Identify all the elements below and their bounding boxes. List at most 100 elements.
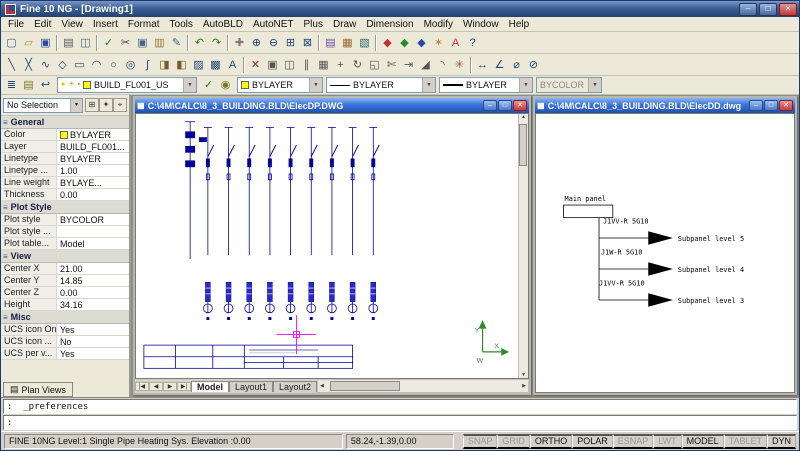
new-file-button[interactable]: ▢ — [3, 34, 20, 51]
open-file-button[interactable]: ▱ — [20, 34, 37, 51]
dim-linear-button[interactable]: ↔ — [474, 56, 491, 73]
toggle-grid[interactable]: GRID — [497, 434, 530, 449]
color-dropdown[interactable]: BYLAYER ▼ — [237, 77, 323, 93]
mirror-button[interactable]: ◫ — [281, 56, 298, 73]
scrollbar-thumb[interactable] — [330, 381, 400, 391]
elecdd-titlebar[interactable]: ▦ C:\4M\CALC\8_3_BUILDING.BLD\ElecDD.dwg… — [535, 98, 795, 113]
section-header-general[interactable]: ≡General — [1, 116, 129, 129]
doc-close-button[interactable]: ✕ — [513, 100, 527, 111]
elecdp-titlebar[interactable]: ▦ C:\4M\CALC\8_3_BUILDING.BLD\ElecDP.DWG… — [135, 98, 529, 113]
menu-plus[interactable]: Plus — [299, 17, 328, 31]
tool-palettes-button[interactable]: ▧ — [356, 34, 373, 51]
menu-autobld[interactable]: AutoBLD — [198, 17, 248, 31]
close-button[interactable]: ✕ — [779, 3, 797, 16]
menu-view[interactable]: View — [56, 17, 88, 31]
elecdp-canvas[interactable]: Y X W — [136, 114, 518, 378]
zoom-out-button[interactable]: ⊖ — [265, 34, 282, 51]
scroll-down-icon[interactable]: ▼ — [521, 372, 526, 378]
property-value[interactable]: BYLAYER — [57, 153, 129, 164]
print-button[interactable]: ▤ — [60, 34, 77, 51]
make-layer-current-button[interactable]: ✓ — [200, 77, 217, 94]
doc-minimize-button[interactable]: – — [483, 100, 497, 111]
tab-plan-views[interactable]: ▤ Plan Views — [3, 382, 73, 397]
redo-button[interactable]: ↷ — [208, 34, 225, 51]
tab-model[interactable]: Model — [191, 381, 229, 392]
toggle-model[interactable]: MODEL — [682, 434, 724, 449]
cut-button[interactable]: ✂ — [117, 34, 134, 51]
scrollbar-thumb[interactable] — [519, 124, 527, 166]
pan-button[interactable]: ✚ — [231, 34, 248, 51]
menu-help[interactable]: Help — [504, 17, 535, 31]
quick-select-button[interactable]: ✦ — [99, 98, 113, 112]
toggle-snap[interactable]: SNAP — [463, 434, 498, 449]
chamfer-button[interactable]: ◢ — [417, 56, 434, 73]
property-value[interactable]: BYCOLOR — [57, 214, 129, 225]
print-preview-button[interactable]: ◫ — [77, 34, 94, 51]
menu-autonet[interactable]: AutoNET — [248, 17, 299, 31]
tab-layout2[interactable]: Layout2 — [273, 381, 317, 392]
trim-button[interactable]: ✄ — [383, 56, 400, 73]
zoom-window-button[interactable]: ⊞ — [282, 34, 299, 51]
tab-layout1[interactable]: Layout1 — [229, 381, 273, 392]
scale-button[interactable]: ◱ — [366, 56, 383, 73]
doc-restore-button[interactable]: □ — [764, 100, 778, 111]
spline-button[interactable]: ∫ — [139, 56, 156, 73]
property-value[interactable]: Model — [57, 238, 129, 249]
match-properties-button[interactable]: ✎ — [168, 34, 185, 51]
dim-angular-button[interactable]: ∠ — [491, 56, 508, 73]
fine-green-button[interactable]: ◆ — [396, 34, 413, 51]
property-value[interactable]: 0.00 — [57, 189, 129, 200]
section-header-plot-style[interactable]: ≡Plot Style — [1, 201, 129, 214]
property-value[interactable]: BUILD_FL001... — [57, 141, 129, 152]
menu-tools[interactable]: Tools — [165, 17, 198, 31]
property-value[interactable]: 0.00 — [57, 287, 129, 298]
hatch-button[interactable]: ▨ — [190, 56, 207, 73]
menu-dimension[interactable]: Dimension — [361, 17, 418, 31]
fine-star-button[interactable]: ✶ — [430, 34, 447, 51]
copy-object-button[interactable]: ▣ — [264, 56, 281, 73]
scroll-right-icon[interactable]: ▶ — [522, 383, 526, 389]
menu-insert[interactable]: Insert — [88, 17, 123, 31]
erase-button[interactable]: ✕ — [247, 56, 264, 73]
menu-window[interactable]: Window — [458, 17, 504, 31]
insert-block-button[interactable]: ◨ — [156, 56, 173, 73]
help-button[interactable]: ? — [464, 34, 481, 51]
paste-button[interactable]: ▥ — [151, 34, 168, 51]
plotstyle-dropdown[interactable]: BYCOLOR ▼ — [536, 77, 602, 93]
tab-nav-button-1[interactable]: ◀ — [149, 382, 163, 391]
selection-dropdown[interactable]: No Selection ▼ — [3, 98, 83, 113]
horizontal-scrollbar[interactable]: ◀ ▶ — [317, 379, 529, 393]
property-value[interactable]: No — [57, 336, 129, 347]
properties-button[interactable]: ▤ — [322, 34, 339, 51]
doc-restore-button[interactable]: □ — [498, 100, 512, 111]
section-header-misc[interactable]: ≡Misc — [1, 311, 129, 324]
doc-minimize-button[interactable]: – — [749, 100, 763, 111]
menu-modify[interactable]: Modify — [419, 17, 458, 31]
layer-properties-button[interactable]: ≣ — [3, 77, 20, 94]
explode-button[interactable]: ✳ — [451, 56, 468, 73]
toggle-lwt[interactable]: LWT — [653, 434, 681, 449]
chevron-down-icon[interactable]: ▼ — [422, 78, 435, 92]
save-file-button[interactable]: ▣ — [37, 34, 54, 51]
maximize-button[interactable]: □ — [759, 3, 777, 16]
text-style-button[interactable]: A — [447, 34, 464, 51]
ellipse-button[interactable]: ◎ — [122, 56, 139, 73]
fine-blue-button[interactable]: ◆ — [413, 34, 430, 51]
scroll-left-icon[interactable]: ◀ — [320, 383, 324, 389]
toggle-dyn[interactable]: DYN — [767, 434, 796, 449]
chevron-down-icon[interactable]: ▼ — [519, 78, 532, 92]
tab-nav-button-3[interactable]: ▶| — [177, 382, 191, 391]
property-value[interactable]: Yes — [57, 348, 129, 359]
scroll-up-icon[interactable]: ▲ — [521, 114, 526, 120]
toggle-polar[interactable]: POLAR — [572, 434, 613, 449]
property-value[interactable]: 1.00 — [57, 165, 129, 176]
dim-radius-button[interactable]: ⌀ — [508, 56, 525, 73]
linetype-dropdown[interactable]: BYLAYER ▼ — [326, 77, 436, 93]
undo-button[interactable]: ↶ — [191, 34, 208, 51]
toggle-tablet[interactable]: TABLET — [724, 434, 767, 449]
property-value[interactable]: 34.16 — [57, 299, 129, 310]
chevron-down-icon[interactable]: ▼ — [309, 78, 322, 92]
layer-isolate-button[interactable]: ◉ — [217, 77, 234, 94]
move-button[interactable]: + — [332, 56, 349, 73]
property-value[interactable]: Yes — [57, 324, 129, 335]
